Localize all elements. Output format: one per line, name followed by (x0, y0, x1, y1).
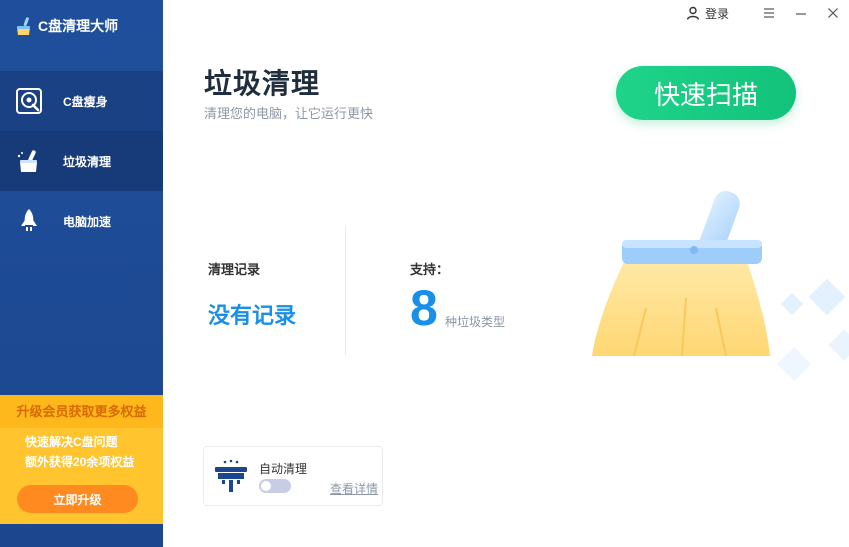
promo-benefit-2: 额外获得20余项权益 (25, 455, 135, 469)
promo-benefit-1: 快速解决C盘问题 (25, 435, 118, 449)
window-titlebar: 登录 (686, 0, 849, 26)
clean-record-label: 清理记录 (208, 262, 261, 277)
login-button[interactable]: 登录 (686, 5, 729, 22)
toggle-knob (261, 481, 271, 491)
auto-clean-card: 自动清理 查看详情 (203, 446, 383, 506)
sidebar-nav: C盘瘦身 垃圾清理 电脑加速 (0, 71, 163, 251)
sidebar-item-pc-boost[interactable]: 电脑加速 (0, 191, 163, 251)
auto-clean-icon (215, 459, 247, 492)
broom-icon (17, 150, 37, 172)
upgrade-button[interactable]: 立即升级 (17, 485, 138, 513)
sidebar-item-label: C盘瘦身 (63, 94, 108, 109)
quick-scan-button[interactable]: 快速扫描 (616, 66, 796, 120)
app-brand: C盘清理大师 (14, 14, 118, 38)
sidebar-footer (0, 524, 163, 547)
sidebar-item-junk-clean[interactable]: 垃圾清理 (0, 131, 163, 191)
close-button[interactable] (817, 0, 849, 26)
upgrade-promo: 升级会员获取更多权益 快速解决C盘问题 额外获得20余项权益 立即升级 (0, 395, 163, 524)
menu-icon (764, 8, 774, 18)
sidebar: C盘清理大师 C盘瘦身 垃圾清理 电脑加速 升级会员获取更多权益 快速解决C盘问… (0, 0, 163, 547)
support-count: 8 (410, 280, 438, 336)
close-icon (828, 8, 838, 18)
disk-clean-icon (16, 88, 42, 114)
page-title: 垃圾清理 (204, 68, 321, 99)
support-unit: 种垃圾类型 (445, 315, 506, 329)
app-title: C盘清理大师 (38, 18, 119, 34)
menu-button[interactable] (753, 0, 785, 26)
minimize-icon (796, 13, 806, 15)
sidebar-item-label: 垃圾清理 (63, 154, 112, 169)
support-label: 支持： (410, 262, 450, 277)
user-icon (686, 6, 700, 20)
auto-clean-toggle[interactable] (259, 479, 291, 493)
broom-illustration-icon (592, 191, 849, 381)
view-details-link[interactable]: 查看详情 (330, 480, 378, 497)
stats-divider (345, 225, 346, 355)
auto-clean-label: 自动清理 (259, 462, 308, 476)
page-subtitle: 清理您的电脑，让它运行更快 (204, 106, 374, 121)
sidebar-item-c-slim[interactable]: C盘瘦身 (0, 71, 163, 131)
broom-logo-icon (17, 17, 30, 35)
rocket-icon (21, 209, 37, 231)
promo-title: 升级会员获取更多权益 (0, 395, 163, 428)
login-label: 登录 (704, 6, 729, 21)
sidebar-item-label: 电脑加速 (63, 214, 112, 229)
clean-record-value: 没有记录 (208, 303, 297, 328)
minimize-button[interactable] (785, 0, 817, 26)
